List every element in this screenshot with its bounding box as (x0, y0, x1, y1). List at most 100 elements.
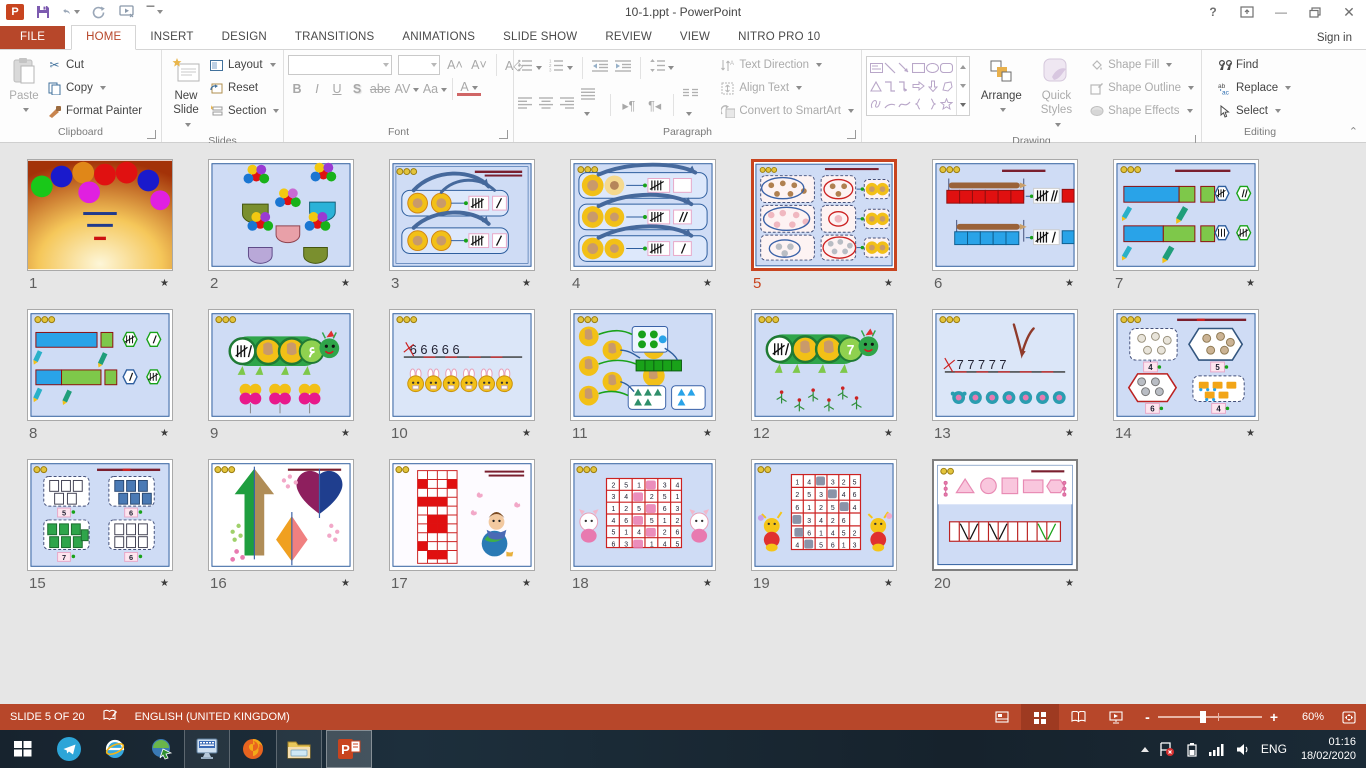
start-slideshow-icon[interactable] (118, 4, 136, 20)
volume-icon[interactable] (1236, 743, 1251, 756)
tab-nitro[interactable]: NITRO PRO 10 (724, 26, 834, 49)
collapse-ribbon-icon[interactable]: ⌃ (1349, 125, 1358, 138)
battery-icon[interactable] (1185, 742, 1199, 757)
new-slide-button[interactable]: New Slide (166, 53, 206, 135)
normal-view-button[interactable] (983, 704, 1021, 730)
taskbar-clock[interactable]: 01:16 18/02/2020 (1297, 735, 1356, 764)
text-direction-button[interactable]: A Text Direction (717, 55, 857, 75)
slide-thumbnail[interactable]: 14325 25346 61254 53426 61452 45613 19★ (751, 459, 897, 592)
tab-review[interactable]: REVIEW (591, 26, 666, 49)
copy-button[interactable]: Copy (44, 78, 145, 98)
zoom-out-button[interactable]: - (1145, 709, 1150, 725)
font-color-button[interactable]: A (457, 82, 481, 96)
shape-effects-button[interactable]: Shape Effects (1086, 101, 1197, 121)
close-icon[interactable]: ✕ (1332, 0, 1366, 24)
rounded-rect-shape-icon[interactable] (940, 59, 954, 77)
slide-thumbnail[interactable]: 7★ (1113, 159, 1259, 292)
save-icon[interactable] (34, 4, 52, 20)
format-painter-button[interactable]: Format Painter (44, 101, 145, 121)
tab-transitions[interactable]: TRANSITIONS (281, 26, 389, 49)
slide-thumbnail[interactable]: 1★ (27, 159, 173, 292)
align-left-button[interactable] (518, 96, 532, 114)
start-button[interactable] (0, 730, 46, 768)
tab-design[interactable]: DESIGN (208, 26, 281, 49)
undo-icon[interactable] (62, 4, 80, 20)
tab-view[interactable]: VIEW (666, 26, 724, 49)
slide-sorter-view-button[interactable] (1021, 704, 1059, 730)
slide-thumbnail[interactable]: 17★ (389, 459, 535, 592)
numbering-button[interactable]: 123 (549, 59, 573, 77)
bold-button[interactable]: B (288, 82, 306, 96)
slide-thumbnail[interactable]: 5 6 7 6 15★ (27, 459, 173, 592)
grow-font-icon[interactable]: A˄ (446, 58, 464, 72)
shapes-gallery[interactable] (866, 56, 970, 116)
tab-slideshow[interactable]: SLIDE SHOW (489, 26, 591, 49)
change-case-button[interactable]: Aa (422, 82, 448, 96)
slide-thumbnail[interactable]: 11★ (570, 309, 716, 442)
slide-thumbnail[interactable]: 20★ (932, 459, 1078, 592)
shape-outline-button[interactable]: Shape Outline (1086, 78, 1197, 98)
left-brace-shape-icon[interactable] (911, 95, 925, 113)
align-text-button[interactable]: Align Text (717, 78, 857, 98)
shrink-font-icon[interactable]: A˅ (470, 58, 488, 72)
line-shape-icon[interactable] (883, 59, 897, 77)
convert-smartart-button[interactable]: Convert to SmartArt (717, 101, 857, 121)
onscreen-keyboard-taskbar-icon[interactable] (184, 730, 230, 768)
slide-thumbnail[interactable]: 3★ (389, 159, 535, 292)
cut-button[interactable]: ✂ Cut (44, 55, 145, 75)
customize-qat-icon[interactable]: ▔ (146, 4, 164, 20)
elbow-connector-icon[interactable] (883, 77, 897, 95)
fit-slide-to-window-button[interactable] (1332, 704, 1366, 730)
tab-home[interactable]: HOME (71, 25, 136, 50)
character-spacing-button[interactable]: AV (394, 82, 420, 96)
freeform-shape-icon[interactable] (940, 77, 954, 95)
decrease-indent-button[interactable] (592, 59, 608, 77)
arc-shape-icon[interactable] (883, 95, 897, 113)
slide-thumbnail[interactable]: 8★ (27, 309, 173, 442)
select-button[interactable]: Select (1214, 101, 1294, 121)
zoom-slider-thumb[interactable] (1200, 711, 1206, 723)
firefox-taskbar-icon[interactable] (230, 730, 276, 768)
increase-indent-button[interactable] (615, 59, 631, 77)
shape-fill-button[interactable]: Shape Fill (1086, 55, 1197, 75)
slide-thumbnail-selected[interactable]: 5★ (751, 159, 897, 292)
restore-icon[interactable] (1298, 0, 1332, 24)
font-dialog-launcher[interactable] (499, 130, 508, 139)
arrange-button[interactable]: Arrange (976, 53, 1027, 121)
right-arrow-shape-icon[interactable] (911, 77, 925, 95)
section-button[interactable]: Section (206, 101, 282, 121)
help-icon[interactable]: ? (1196, 0, 1230, 24)
ltr-direction-button[interactable]: ▸¶ (619, 98, 638, 113)
slide-thumbnail[interactable]: 7 12★ (751, 309, 897, 442)
textbox-shape-icon[interactable] (869, 59, 883, 77)
align-center-button[interactable] (539, 96, 553, 114)
tab-file[interactable]: FILE (0, 26, 65, 49)
tab-animations[interactable]: ANIMATIONS (388, 26, 489, 49)
paragraph-dialog-launcher[interactable] (847, 130, 856, 139)
down-arrow-shape-icon[interactable] (926, 77, 940, 95)
zoom-in-button[interactable]: + (1270, 709, 1278, 725)
slide-thumbnail[interactable]: 16★ (208, 459, 354, 592)
replace-button[interactable]: abac Replace (1214, 78, 1294, 98)
spellcheck-icon[interactable] (103, 709, 117, 725)
scribble-shape-icon[interactable] (869, 95, 883, 113)
paste-button[interactable]: Paste (4, 53, 44, 121)
justify-button[interactable] (581, 87, 601, 123)
powerpoint-taskbar-icon[interactable]: P (326, 730, 372, 768)
rtl-direction-button[interactable]: ¶◂ (645, 98, 664, 113)
line-spacing-button[interactable] (650, 59, 674, 77)
slide-thumbnail[interactable]: 4★ (570, 159, 716, 292)
oval-shape-icon[interactable] (926, 59, 940, 77)
align-right-button[interactable] (560, 96, 574, 114)
reset-button[interactable]: Reset (206, 78, 282, 98)
show-hidden-icons-button[interactable] (1141, 747, 1149, 752)
slide-sorter-pane[interactable]: 1★ (0, 143, 1366, 704)
sign-in-link[interactable]: Sign in (1317, 32, 1352, 44)
input-language-indicator[interactable]: ENG (1261, 742, 1287, 756)
network-signal-icon[interactable] (1209, 743, 1226, 756)
minimize-icon[interactable]: — (1264, 0, 1298, 24)
slide-thumbnail[interactable]: 2★ (208, 159, 354, 292)
clipboard-dialog-launcher[interactable] (147, 130, 156, 139)
triangle-shape-icon[interactable] (869, 77, 883, 95)
ribbon-display-options-icon[interactable] (1230, 0, 1264, 24)
